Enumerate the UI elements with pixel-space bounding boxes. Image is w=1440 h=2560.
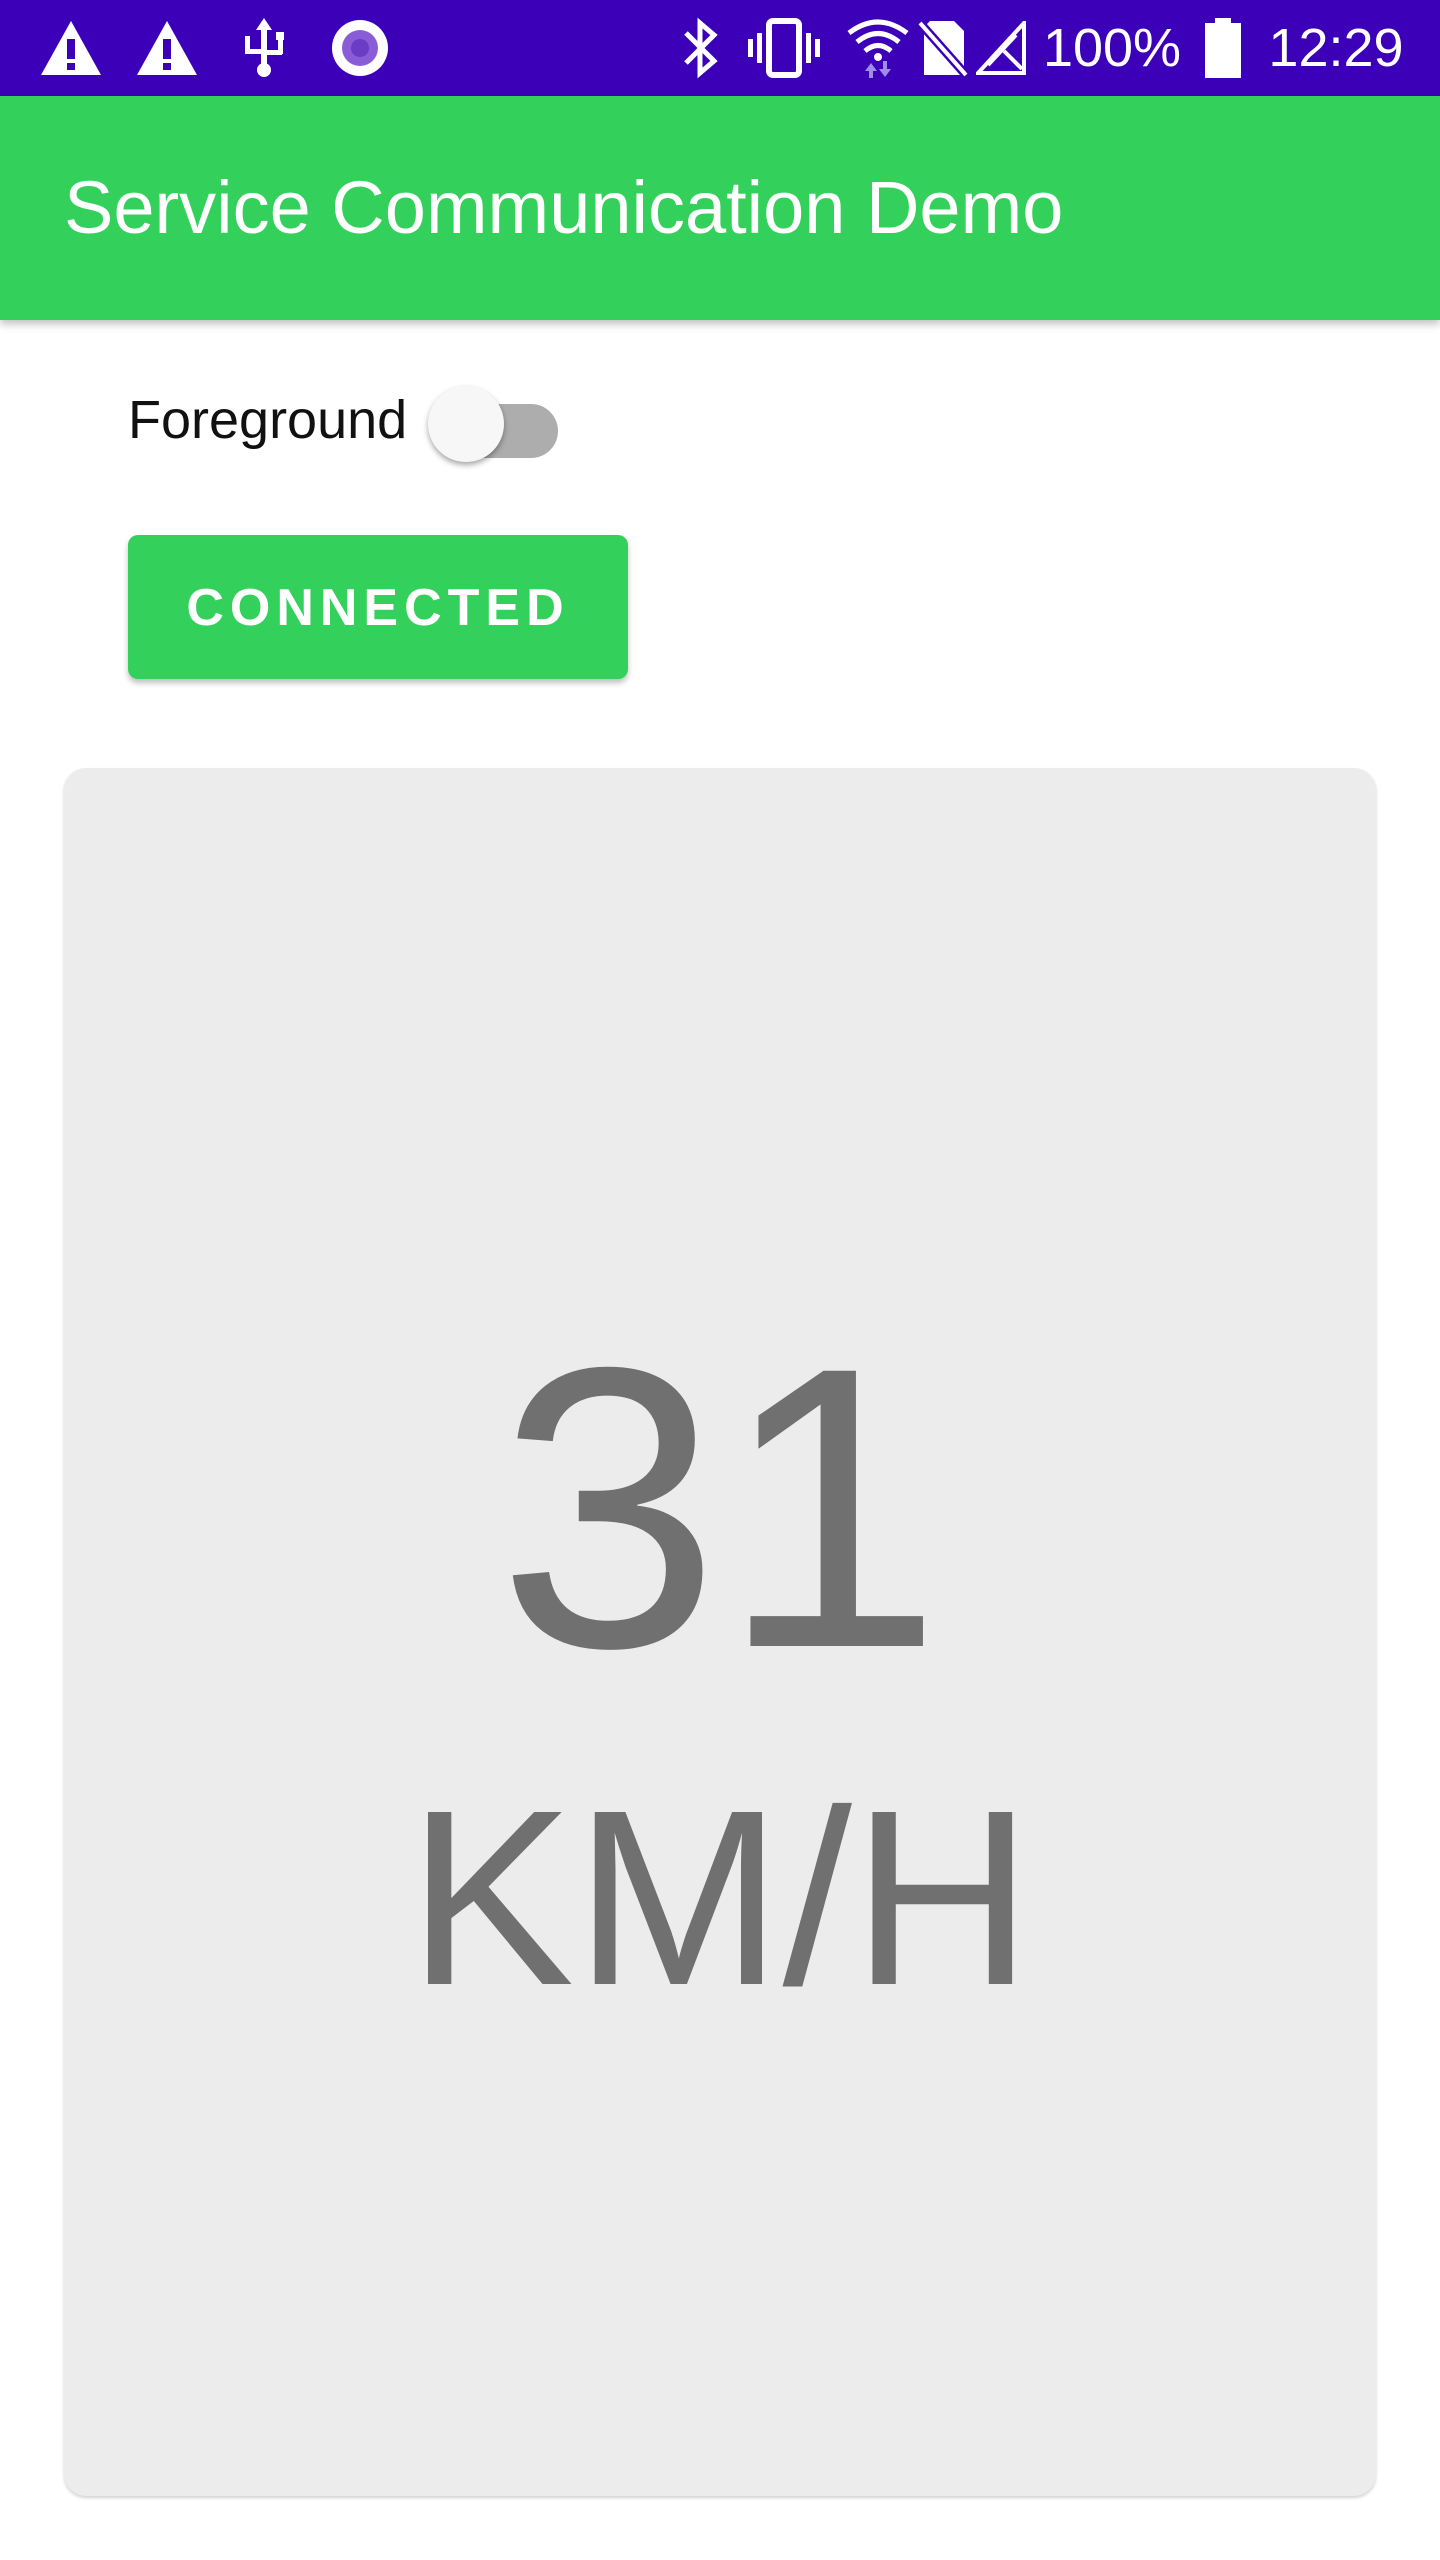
wifi-icon [846, 0, 910, 96]
bluetooth-icon [676, 0, 724, 96]
no-sim-icon [916, 0, 970, 96]
connected-button[interactable]: CONNECTED [128, 535, 628, 679]
battery-percent: 100% [1042, 18, 1182, 78]
status-bar: 100% 12:29 [0, 0, 1440, 96]
clock: 12:29 [1268, 18, 1404, 78]
foreground-switch[interactable] [424, 378, 560, 462]
no-signal-icon [974, 0, 1028, 96]
foreground-label: Foreground [128, 390, 408, 450]
switch-thumb [428, 386, 504, 462]
vibrate-icon [746, 0, 822, 96]
speed-unit: KM/H [407, 1758, 1033, 2037]
app-bar: Service Communication Demo [0, 96, 1440, 320]
alert-icon [38, 0, 104, 96]
usb-icon [236, 0, 292, 96]
speed-card: 31 KM/H [64, 768, 1376, 2496]
record-icon [328, 0, 392, 96]
alert-icon [134, 0, 200, 96]
battery-icon [1202, 0, 1244, 96]
speed-value: 31 [497, 1284, 943, 1731]
app-screen: 100% 12:29 Service Communication Demo Fo… [0, 0, 1440, 2560]
app-title: Service Communication Demo [64, 166, 1064, 249]
